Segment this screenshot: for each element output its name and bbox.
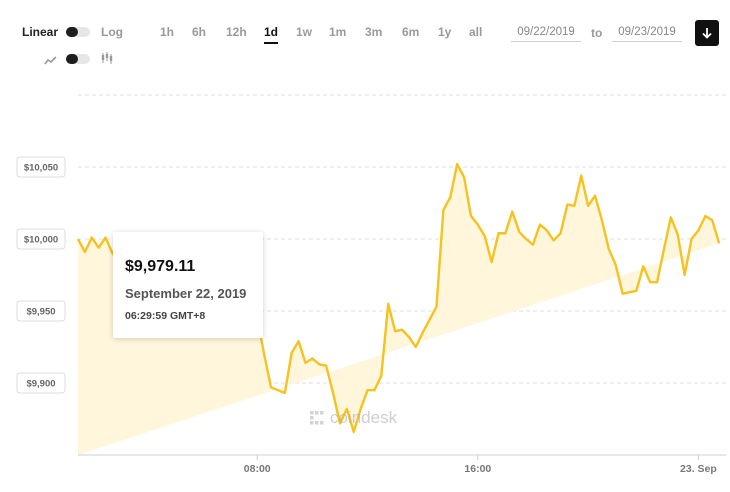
- tooltip-date: September 22, 2019: [125, 286, 247, 301]
- range-button-1h[interactable]: 1h: [160, 25, 174, 39]
- scale-toggle-knob: [66, 27, 78, 37]
- chart-toolbar: Linear Log 1h 6h 12h 1d 1w 1m 3m 6m 1y all to: [0, 0, 730, 80]
- tooltip-price: $9,979.11: [125, 258, 196, 275]
- date-to-input[interactable]: [612, 22, 682, 42]
- coindesk-logo: [310, 411, 324, 425]
- x-tick-label: 16:00: [464, 463, 491, 475]
- y-tick-label: $9,900: [26, 379, 55, 390]
- coindesk-watermark: coindesk: [310, 408, 398, 427]
- y-tick-label: $10,000: [24, 235, 58, 246]
- range-button-1w[interactable]: 1w: [296, 25, 312, 39]
- range-button-all[interactable]: all: [469, 25, 482, 39]
- linear-scale-label: Linear: [22, 25, 59, 39]
- range-button-1m[interactable]: 1m: [329, 25, 346, 39]
- range-button-1d[interactable]: 1d: [264, 25, 279, 44]
- download-button[interactable]: [695, 20, 719, 46]
- x-tick-label: 08:00: [244, 463, 271, 475]
- range-button-6m[interactable]: 6m: [402, 25, 419, 39]
- scale-toggle[interactable]: [66, 27, 90, 37]
- y-tick-label: $10,050: [24, 163, 58, 174]
- y-tick-label: $9,950: [26, 307, 55, 318]
- date-from-input[interactable]: [511, 22, 581, 42]
- date-range-to-label: to: [591, 26, 603, 40]
- watermark-text: coindesk: [330, 408, 398, 427]
- range-button-12h[interactable]: 12h: [226, 25, 247, 39]
- x-tick-label: 23. Sep: [680, 463, 717, 475]
- price-tooltip: $9,979.11 September 22, 2019 06:29:59 GM…: [113, 232, 263, 338]
- range-button-6h[interactable]: 6h: [192, 25, 206, 39]
- range-button-1y[interactable]: 1y: [438, 25, 451, 39]
- chart-type-toggle[interactable]: [66, 54, 90, 64]
- price-chart[interactable]: $10,050 $10,000 $9,950 $9,900 08:00 16:00 23. …: [0, 80, 730, 492]
- line-chart-icon[interactable]: [44, 53, 58, 71]
- log-scale-label: Log: [101, 25, 123, 39]
- tooltip-time: 06:29:59 GMT+8: [125, 310, 206, 322]
- range-button-3m[interactable]: 3m: [365, 25, 382, 39]
- download-icon: [702, 28, 712, 39]
- candlestick-icon[interactable]: [101, 51, 113, 69]
- chart-type-toggle-knob: [66, 54, 78, 64]
